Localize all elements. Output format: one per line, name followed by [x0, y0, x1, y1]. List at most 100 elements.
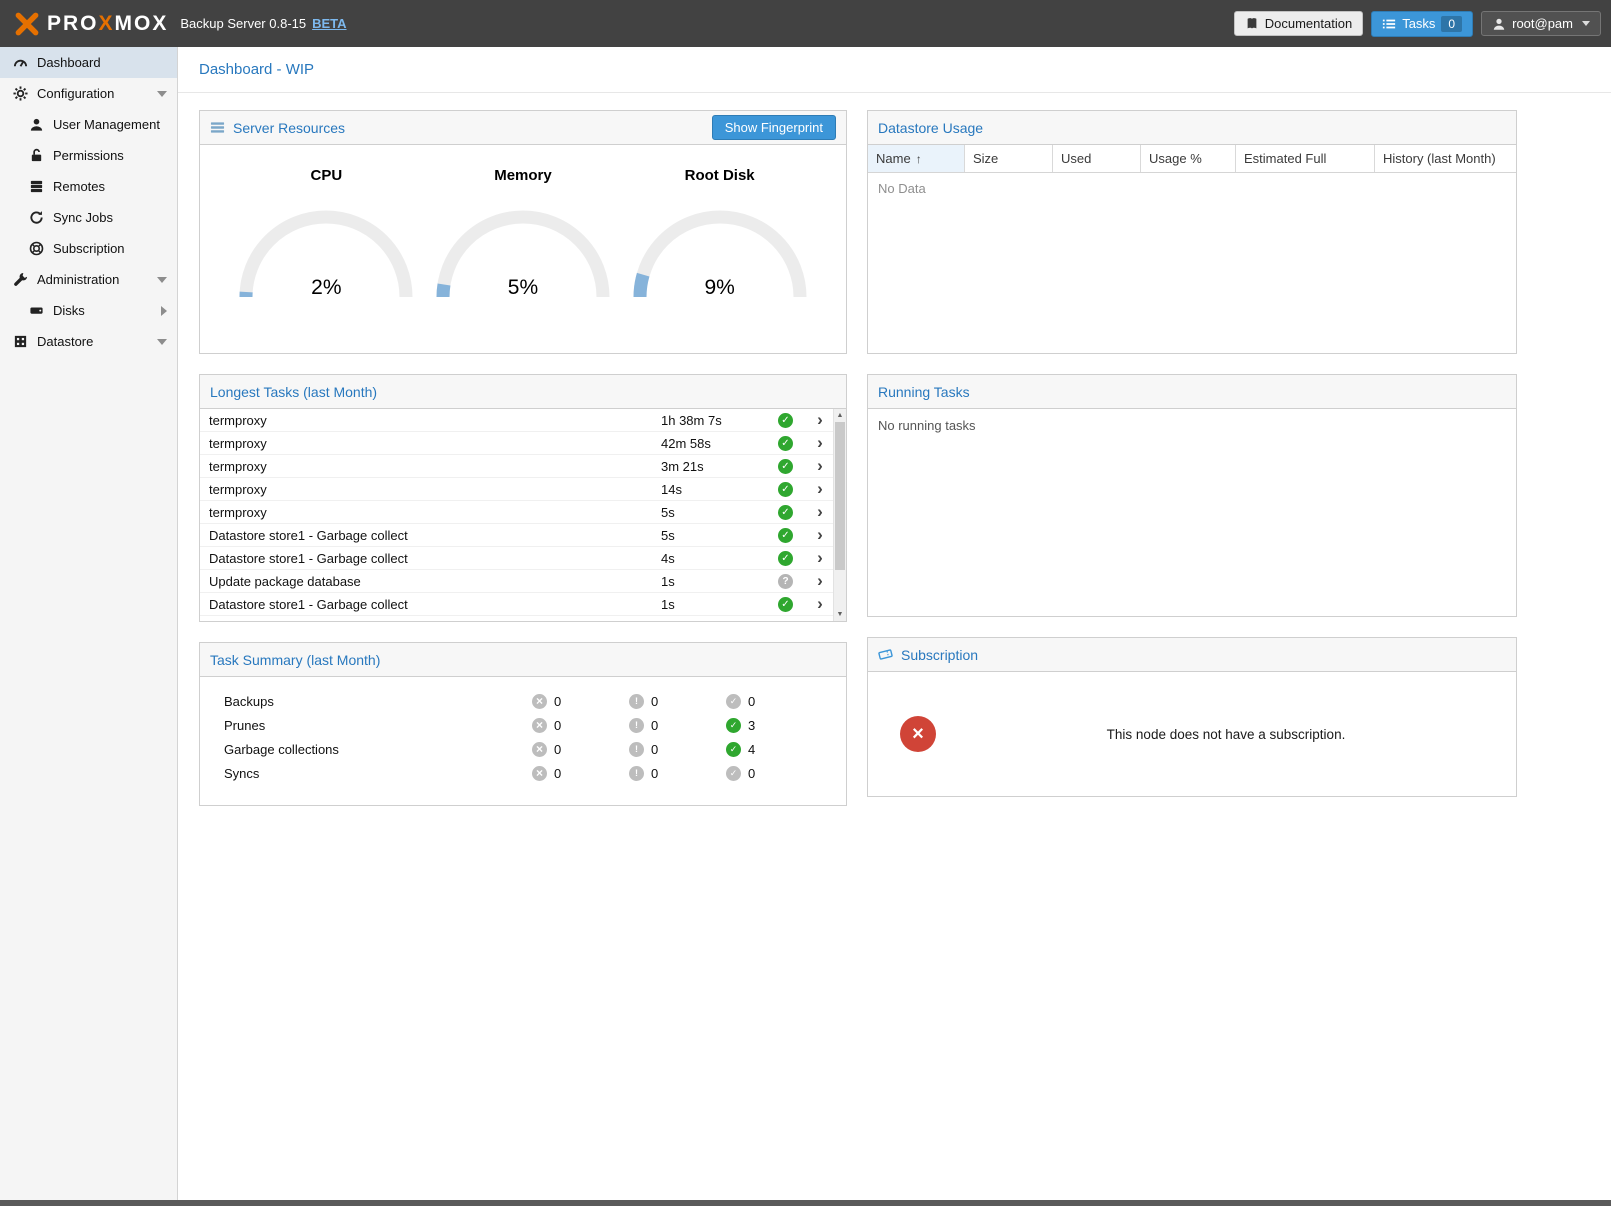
ok-count: 4 [748, 742, 755, 757]
sidebar-item-disks[interactable]: Disks [0, 295, 177, 326]
sidebar-item-permissions[interactable]: Permissions [0, 140, 177, 171]
chevron-right-icon[interactable] [807, 525, 833, 545]
chevron-right-icon[interactable] [807, 479, 833, 499]
chevron-right-icon[interactable] [807, 594, 833, 614]
tasks-label: Tasks [1402, 16, 1435, 31]
left-column: Server Resources Show Fingerprint CPU [199, 110, 847, 806]
wrench-icon [13, 272, 28, 287]
task-duration: 14s [661, 482, 778, 497]
server-list-icon [29, 179, 44, 194]
tasks-button[interactable]: Tasks 0 [1371, 11, 1473, 37]
dashboard-icon [13, 55, 28, 70]
sidebar-item-label: Datastore [37, 334, 93, 349]
summary-row: Prunes 0 0 3 [200, 713, 846, 737]
subscription-message: This node does not have a subscription. [936, 727, 1516, 742]
check-icon [726, 742, 741, 757]
task-summary-body: Backups 0 0 0 Prunes 0 0 3 Garbage c [200, 677, 846, 805]
documentation-label: Documentation [1265, 16, 1352, 31]
task-duration: 3m 21s [661, 459, 778, 474]
summary-label: Syncs [200, 766, 532, 781]
warning-count: 0 [651, 718, 658, 733]
gears-icon [13, 86, 28, 101]
longest-tasks-header: Longest Tasks (last Month) [200, 375, 846, 409]
sidebar-item-label: Administration [37, 272, 119, 287]
column-size[interactable]: Size [965, 145, 1053, 172]
chevron-right-icon[interactable] [807, 571, 833, 591]
task-row[interactable]: termproxy 3m 21s [200, 455, 833, 478]
task-row[interactable]: Datastore store1 - Garbage collect 5s [200, 524, 833, 547]
title-bar: Dashboard - WIP [178, 47, 1611, 93]
documentation-button[interactable]: Documentation [1234, 11, 1363, 36]
task-row[interactable]: termproxy 42m 58s [200, 432, 833, 455]
datastore-usage-panel: Datastore Usage Name Size Used Usage % E… [867, 110, 1517, 354]
sidebar-item-user-management[interactable]: User Management [0, 109, 177, 140]
scrollbar[interactable] [833, 409, 846, 621]
task-row[interactable]: termproxy 5s [200, 501, 833, 524]
column-estimated-full[interactable]: Estimated Full [1236, 145, 1375, 172]
disk-icon [29, 303, 44, 318]
sidebar-item-datastore[interactable]: Datastore [0, 326, 177, 357]
task-row[interactable]: termproxy 14s [200, 478, 833, 501]
unlock-icon [29, 148, 44, 163]
scrollbar-thumb[interactable] [835, 422, 845, 570]
task-row[interactable]: Update package database 1s [200, 570, 833, 593]
version-text: Backup Server 0.8-15 [180, 16, 306, 31]
user-icon [1492, 17, 1506, 31]
task-row[interactable]: Datastore store1 - Garbage collect 1s [200, 593, 833, 616]
user-menu-button[interactable]: root@pam [1481, 11, 1601, 36]
show-fingerprint-button[interactable]: Show Fingerprint [712, 115, 836, 140]
chevron-right-icon[interactable] [807, 502, 833, 522]
chevron-down-icon[interactable] [157, 277, 167, 283]
warning-icon [629, 718, 644, 733]
sidebar-item-sync-jobs[interactable]: Sync Jobs [0, 202, 177, 233]
column-used[interactable]: Used [1053, 145, 1141, 172]
root-disk-gauge: Root Disk 9% [630, 167, 810, 353]
task-status-icon [778, 551, 793, 566]
scrollbar-up-icon[interactable] [834, 409, 846, 422]
brand-text: PROXMOX [47, 12, 168, 36]
sidebar-item-dashboard[interactable]: Dashboard [0, 47, 177, 78]
sidebar-item-label: Sync Jobs [53, 210, 113, 225]
task-name: termproxy [209, 482, 661, 497]
content: Server Resources Show Fingerprint CPU [178, 93, 1611, 806]
task-duration: 1s [661, 574, 778, 589]
sidebar-item-remotes[interactable]: Remotes [0, 171, 177, 202]
sidebar-item-administration[interactable]: Administration [0, 264, 177, 295]
beta-link[interactable]: BETA [312, 16, 346, 31]
task-status-icon [778, 436, 793, 451]
task-duration: 5s [661, 528, 778, 543]
resources-icon [210, 120, 225, 135]
chevron-right-icon[interactable] [807, 410, 833, 430]
chevron-down-icon[interactable] [157, 339, 167, 345]
chevron-right-icon[interactable] [807, 548, 833, 568]
gauge-value: 2% [238, 276, 414, 300]
column-usage-pct[interactable]: Usage % [1141, 145, 1236, 172]
gauge-label: Memory [433, 167, 613, 184]
check-icon [726, 766, 741, 781]
task-name: termproxy [209, 413, 661, 428]
ok-count: 3 [748, 718, 755, 733]
ok-count: 0 [748, 766, 755, 781]
warning-icon [629, 766, 644, 781]
check-icon [726, 694, 741, 709]
column-history[interactable]: History (last Month) [1375, 145, 1516, 172]
sidebar-item-subscription[interactable]: Subscription [0, 233, 177, 264]
summary-label: Garbage collections [200, 742, 532, 757]
panel-title: Subscription [901, 647, 978, 663]
list-icon [1382, 17, 1396, 31]
gauge-value: 9% [632, 276, 808, 300]
chevron-right-icon[interactable] [807, 456, 833, 476]
chevron-down-icon[interactable] [157, 91, 167, 97]
sidebar-item-configuration[interactable]: Configuration [0, 78, 177, 109]
task-status-icon [778, 413, 793, 428]
window-edge [0, 1200, 1611, 1206]
cpu-gauge: CPU 2% [236, 167, 416, 353]
chevron-right-icon[interactable] [807, 433, 833, 453]
column-name[interactable]: Name [868, 145, 965, 172]
proxmox-logo-icon [14, 11, 40, 37]
task-row[interactable]: termproxy 1h 38m 7s [200, 409, 833, 432]
panel-title: Datastore Usage [878, 120, 983, 136]
memory-gauge: Memory 5% [433, 167, 613, 353]
task-row[interactable]: Datastore store1 - Garbage collect 4s [200, 547, 833, 570]
chevron-right-icon[interactable] [161, 306, 167, 316]
